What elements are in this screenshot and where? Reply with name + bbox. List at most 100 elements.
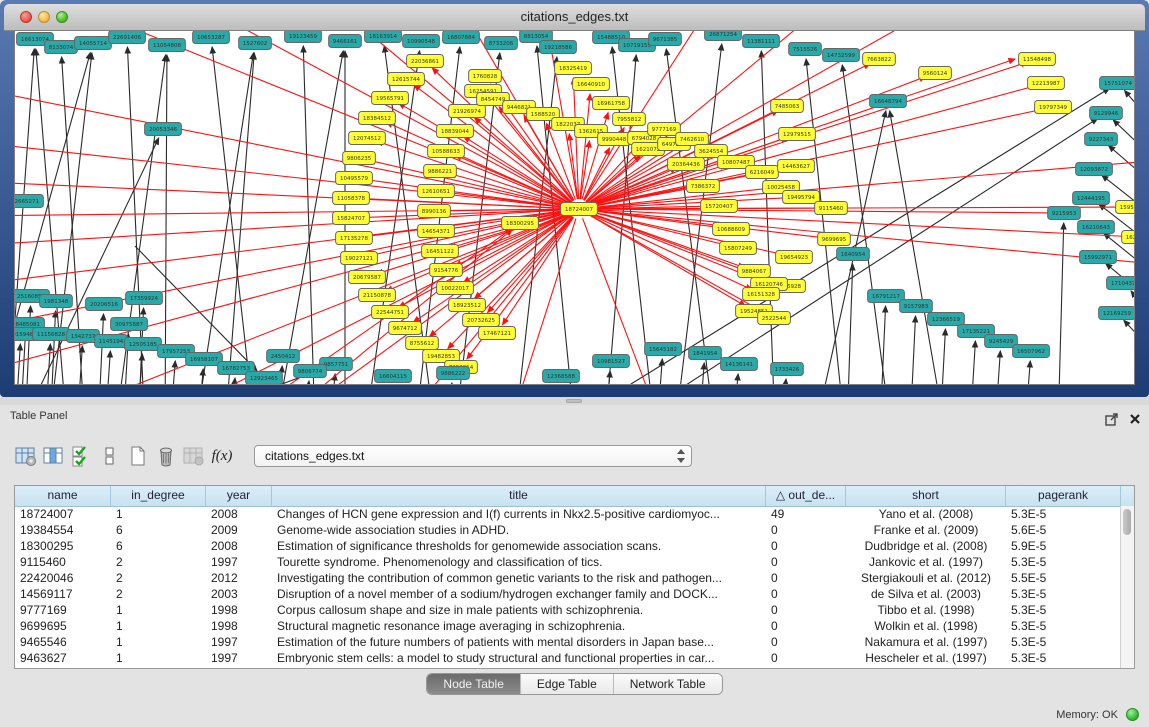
- graph-node[interactable]: 9886222: [437, 367, 470, 380]
- graph-node[interactable]: 12923465: [246, 372, 283, 385]
- graph-edge[interactable]: [463, 136, 570, 203]
- graph-node[interactable]: 8990136: [418, 205, 451, 218]
- graph-node[interactable]: 15720407: [701, 200, 738, 213]
- graph-node[interactable]: 16451122: [422, 245, 459, 258]
- table-row[interactable]: 946362711997Embryonic stem cells: a mode…: [15, 650, 1121, 666]
- table-row[interactable]: 1938455462009Genome-wide association stu…: [15, 522, 1121, 538]
- graph-node[interactable]: 1595854: [1116, 201, 1134, 214]
- graph-edge[interactable]: [940, 329, 945, 384]
- graph-node[interactable]: 12169259: [1099, 307, 1134, 320]
- column-header-year[interactable]: year: [206, 486, 272, 506]
- graph-node[interactable]: 12615744: [388, 73, 425, 86]
- graph-edge[interactable]: [369, 211, 569, 256]
- graph-node[interactable]: 8733206: [485, 37, 518, 50]
- table-row[interactable]: 1872400712008Changes of HCN gene express…: [15, 506, 1121, 522]
- graph-node[interactable]: 16604115: [375, 370, 412, 383]
- float-panel-icon[interactable]: [1105, 413, 1118, 426]
- graph-node[interactable]: 16210643: [1078, 221, 1115, 234]
- graph-node[interactable]: 26871254: [705, 31, 742, 41]
- graph-edge[interactable]: [45, 344, 50, 384]
- graph-node[interactable]: 9806774: [294, 365, 327, 378]
- graph-node[interactable]: 20679587: [349, 271, 386, 284]
- graph-node[interactable]: 12444195: [1073, 192, 1110, 205]
- graph-edge[interactable]: [447, 383, 452, 384]
- graph-node[interactable]: 12979515: [779, 128, 816, 141]
- graph-node[interactable]: 14136141: [721, 358, 758, 371]
- show-column-icon[interactable]: [42, 443, 66, 469]
- graph-node[interactable]: 9245429: [985, 335, 1018, 348]
- table-selector-dropdown[interactable]: citations_edges.txt: [254, 445, 692, 467]
- graph-edge[interactable]: [781, 379, 786, 384]
- column-header-out-de-[interactable]: △ out_de...: [766, 486, 846, 506]
- graph-node[interactable]: 14654371: [418, 225, 455, 238]
- table-row[interactable]: 911546021997Tourette syndrome. Phenomeno…: [15, 554, 1121, 570]
- table-row[interactable]: 946554611997Estimation of the future num…: [15, 634, 1121, 650]
- graph-node[interactable]: 11156828: [33, 328, 70, 341]
- graph-node[interactable]: 2450412: [267, 350, 300, 363]
- table-row[interactable]: 969969511998Structural magnetic resonanc…: [15, 618, 1121, 634]
- graph-node[interactable]: 18300295: [502, 217, 539, 230]
- graph-node[interactable]: 1841954: [689, 347, 722, 360]
- graph-node[interactable]: 9886221: [424, 165, 457, 178]
- graph-node[interactable]: 18724007: [561, 203, 598, 216]
- graph-node[interactable]: 9674712: [389, 322, 422, 335]
- graph-node[interactable]: 9699695: [818, 233, 851, 246]
- graph-node[interactable]: 19495794: [783, 191, 820, 204]
- graph-node[interactable]: 16961758: [593, 97, 630, 110]
- graph-node[interactable]: 9157983: [900, 300, 933, 313]
- graph-node[interactable]: 17359924: [126, 292, 163, 305]
- graph-node[interactable]: 14463627: [778, 160, 815, 173]
- graph-edge[interactable]: [657, 359, 662, 384]
- graph-node[interactable]: 22036861: [407, 55, 444, 68]
- graph-node[interactable]: 10022017: [437, 282, 474, 295]
- delete-column-icon[interactable]: [154, 443, 178, 469]
- graph-node[interactable]: 19797349: [1035, 101, 1072, 114]
- graph-node[interactable]: 9115460: [815, 202, 848, 215]
- graph-node[interactable]: 17467121: [479, 327, 516, 340]
- graph-node[interactable]: 1145194: [95, 335, 128, 348]
- graph-node[interactable]: 1621335: [1122, 231, 1134, 244]
- new-column-icon[interactable]: [126, 443, 150, 469]
- tab-edge-table[interactable]: Edge Table: [521, 674, 614, 694]
- close-panel-icon[interactable]: [1129, 413, 1141, 425]
- column-header-pagerank[interactable]: pagerank: [1006, 486, 1121, 506]
- graph-node[interactable]: 7462610: [676, 133, 709, 146]
- graph-node[interactable]: 10990548: [403, 35, 440, 48]
- graph-edge[interactable]: [98, 314, 104, 384]
- graph-node[interactable]: 9806235: [343, 152, 376, 165]
- graph-edge[interactable]: [165, 55, 167, 384]
- graph-node[interactable]: 9560124: [919, 67, 952, 80]
- tab-node-table[interactable]: Node Table: [427, 674, 521, 694]
- graph-node[interactable]: 2522544: [758, 312, 791, 325]
- column-header-name[interactable]: name: [15, 486, 111, 506]
- graph-node[interactable]: 6216049: [746, 166, 779, 179]
- graph-node[interactable]: 16958107: [186, 353, 223, 366]
- graph-node[interactable]: 12074512: [349, 132, 386, 145]
- graph-node[interactable]: 9154776: [430, 264, 463, 277]
- graph-node[interactable]: 9227343: [1085, 133, 1118, 146]
- graph-node[interactable]: 22544751: [372, 306, 409, 319]
- graph-node[interactable]: 18384512: [359, 112, 396, 125]
- graph-edge[interactable]: [15, 344, 20, 384]
- graph-node[interactable]: 17135278: [336, 232, 373, 245]
- graph-node[interactable]: 22691406: [109, 31, 146, 44]
- graph-node[interactable]: 1640954: [837, 248, 870, 261]
- network-canvas[interactable]: 1872400718300295166130748133074140557142…: [14, 30, 1135, 385]
- graph-node[interactable]: 20053346: [145, 123, 182, 136]
- column-header-in-degree[interactable]: in_degree: [111, 486, 206, 506]
- graph-edge[interactable]: [910, 316, 916, 384]
- graph-node[interactable]: 18163914: [365, 31, 402, 43]
- graph-node[interactable]: 19565791: [372, 92, 409, 105]
- graph-edge[interactable]: [1113, 120, 1134, 179]
- graph-node[interactable]: 14055714: [75, 37, 112, 50]
- graph-node[interactable]: 10495579: [336, 172, 373, 185]
- graph-node[interactable]: 15751074: [1100, 77, 1134, 90]
- graph-node[interactable]: 14732599: [823, 49, 860, 62]
- graph-edge[interactable]: [198, 369, 203, 384]
- graph-node[interactable]: 15645182: [645, 343, 682, 356]
- graph-edge[interactable]: [225, 53, 254, 384]
- graph-node[interactable]: 19654923: [776, 251, 813, 264]
- graph-node[interactable]: 7955812: [613, 113, 646, 126]
- graph-node[interactable]: 8755612: [406, 337, 439, 350]
- graph-node[interactable]: 9215953: [1048, 207, 1081, 220]
